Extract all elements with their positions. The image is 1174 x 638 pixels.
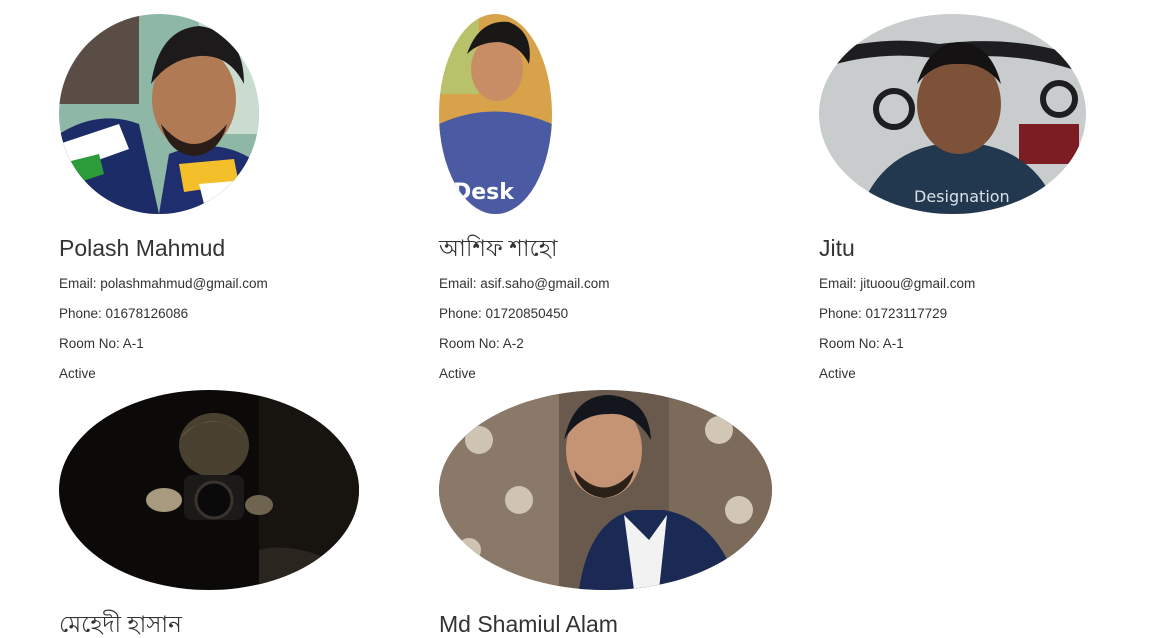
member-status: Active <box>819 366 856 381</box>
member-name: মেহেদী হাসান <box>59 611 182 637</box>
member-name: আশিফ শাহো <box>439 235 558 261</box>
member-card: Designation Jitu Email: jituoou@gmail.co… <box>819 14 1174 382</box>
member-name: Polash Mahmud <box>59 235 226 261</box>
member-status: Active <box>59 366 96 381</box>
member-card: Md Shamiul Alam <box>439 390 799 638</box>
member-name: Md Shamiul Alam <box>439 611 618 637</box>
member-card: Polash Mahmud Email: polashmahmud@gmail.… <box>59 14 419 382</box>
member-name: Jitu <box>819 235 855 261</box>
svg-text:Desk: Desk <box>453 180 515 205</box>
member-room: Room No: A-2 <box>439 336 524 351</box>
member-phone: Phone: 01720850450 <box>439 306 569 321</box>
member-photo <box>59 14 259 214</box>
member-email: Email: jituoou@gmail.com <box>819 276 976 291</box>
member-room: Room No: A-1 <box>59 336 144 351</box>
member-photo <box>59 390 359 590</box>
member-email: Email: polashmahmud@gmail.com <box>59 276 268 291</box>
member-room: Room No: A-1 <box>819 336 904 351</box>
member-email: Email: asif.saho@gmail.com <box>439 276 610 291</box>
svg-text:Designation: Designation <box>914 187 1010 206</box>
member-photo: Designation <box>819 14 1086 214</box>
member-card: মেহেদী হাসান <box>59 390 419 638</box>
member-photo: Desk <box>439 14 552 214</box>
member-status: Active <box>439 366 476 381</box>
member-phone: Phone: 01723117729 <box>819 306 948 321</box>
member-card: Desk আশিফ শাহো Email: asif.saho@gmail.co… <box>439 14 799 382</box>
member-phone: Phone: 01678126086 <box>59 306 189 321</box>
member-photo <box>439 390 772 590</box>
